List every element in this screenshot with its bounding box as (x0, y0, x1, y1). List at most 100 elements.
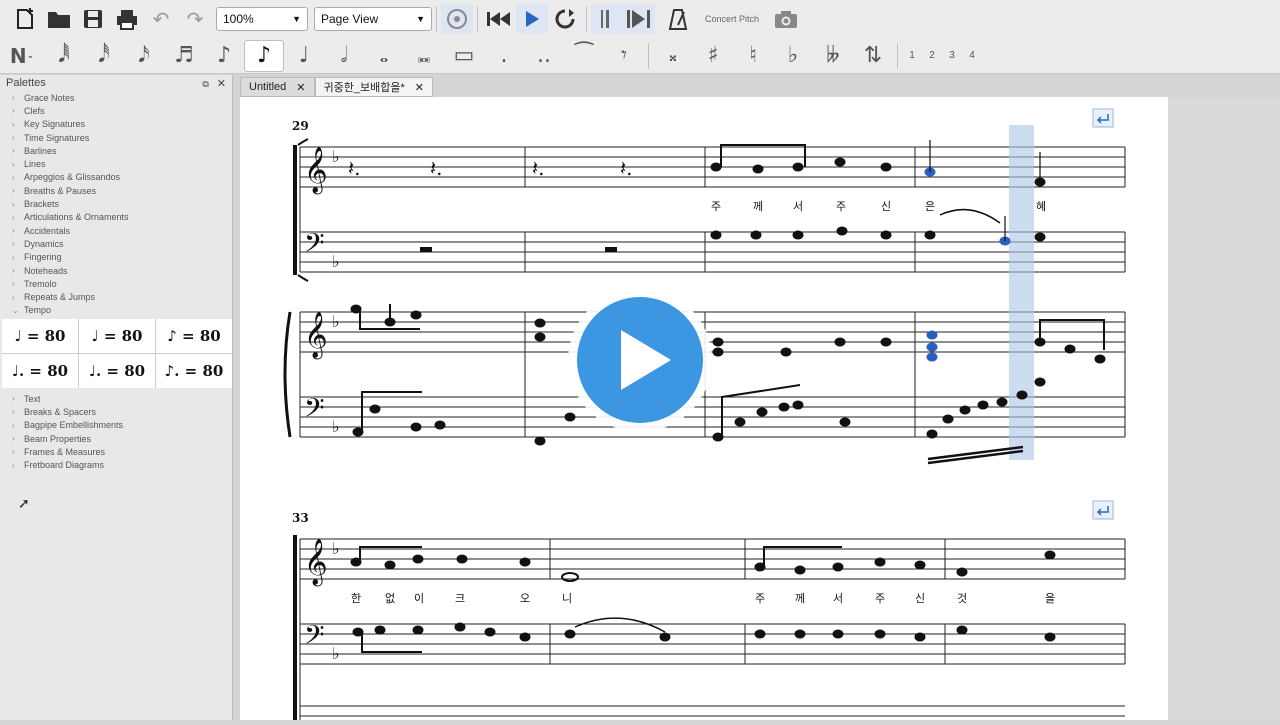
tempo-cell[interactable]: ♪. = 80 (156, 354, 232, 389)
tempo-cell[interactable]: ♩. = 80 (79, 354, 155, 389)
undock-icon[interactable]: ⧉ (202, 79, 208, 89)
palette-item[interactable]: › Bagpipe Embellishments (0, 419, 232, 432)
palette-item-tempo[interactable]: ⌄ Tempo (0, 304, 232, 317)
print-icon[interactable] (110, 4, 144, 34)
palette-item[interactable]: › Time Signatures (0, 131, 232, 144)
double-dot-icon[interactable]: .. (524, 40, 564, 72)
zoom-select[interactable]: 100% ▼ (216, 7, 308, 31)
palette-item[interactable]: › Brackets (0, 197, 232, 210)
double-sharp-icon[interactable]: 𝄪 (653, 40, 693, 72)
rewind-icon[interactable] (482, 4, 516, 34)
voice-1-button[interactable]: 1 (902, 50, 922, 61)
palette-item[interactable]: › Tremolo (0, 277, 232, 290)
palette-item[interactable]: › Beam Properties (0, 432, 232, 445)
loop-out-icon[interactable] (623, 4, 655, 34)
close-icon[interactable]: ✕ (217, 78, 226, 90)
16th-note-icon[interactable]: ♬ (164, 40, 204, 72)
lyric-syllable[interactable]: 서 (833, 592, 843, 605)
sharp-icon[interactable]: ♯ (693, 40, 733, 72)
palette-item[interactable]: › Text (0, 392, 232, 405)
undo-icon[interactable]: ↶ (144, 4, 178, 34)
palette-item[interactable]: › Breaths & Pauses (0, 184, 232, 197)
palette-item[interactable]: › Repeats & Jumps (0, 290, 232, 303)
palette-item[interactable]: › Breaks & Spacers (0, 405, 232, 418)
loop-in-icon[interactable] (591, 4, 623, 34)
palette-item[interactable]: › Fingering (0, 251, 232, 264)
tab-untitled[interactable]: Untitled ✕ (240, 77, 315, 97)
whole-note-icon[interactable]: 𝅝 (364, 40, 404, 72)
video-play-button[interactable] (568, 288, 712, 432)
concert-pitch-toggle[interactable]: Concert Pitch (695, 14, 769, 24)
camera-icon[interactable] (769, 4, 803, 34)
voice-3-button[interactable]: 3 (942, 50, 962, 61)
breve-icon[interactable]: 𝅜 (404, 40, 444, 72)
half-note-icon[interactable]: 𝅗𝅥 (324, 40, 364, 72)
lyric-syllable[interactable]: 주 (875, 592, 885, 605)
lyric-syllable[interactable]: 혜 (1036, 200, 1046, 213)
palette-item[interactable]: › Key Signatures (0, 118, 232, 131)
score-canvas[interactable]: 29 33 𝄞 𝄢 𝄞 𝄢 𝄞 𝄢 ♭ ♭ ♭ ♭ ♭ ♭ 𝄽. 𝄽. 𝄽. 𝄽… (240, 97, 1280, 720)
quarter-note-icon[interactable]: ♩ (284, 40, 324, 72)
lyric-syllable[interactable]: 신 (881, 200, 891, 213)
palette-item[interactable]: › Arpeggios & Glissandos (0, 171, 232, 184)
tab-korean-score[interactable]: 귀중한_보배합을* ✕ (314, 77, 433, 97)
lyric-syllable[interactable]: 신 (915, 592, 925, 605)
close-icon[interactable]: ✕ (296, 81, 305, 94)
longa-icon[interactable]: ▭ (444, 40, 484, 72)
rest-icon[interactable]: 𝄾 (604, 40, 644, 72)
tempo-cell[interactable]: ♩ = 80 (79, 319, 155, 354)
flip-direction-icon[interactable]: ⇅ (853, 40, 893, 72)
augmentation-dot-icon[interactable]: . (484, 40, 524, 72)
flat-icon[interactable]: ♭ (773, 40, 813, 72)
voice-2-button[interactable]: 2 (922, 50, 942, 61)
voice-4-button[interactable]: 4 (962, 50, 982, 61)
eighth-note-icon[interactable]: ♪ (204, 40, 244, 72)
close-icon[interactable]: ✕ (415, 81, 424, 94)
play-icon[interactable] (516, 4, 548, 34)
palette-item[interactable]: › Articulations & Ornaments (0, 211, 232, 224)
lyric-syllable[interactable]: 께 (795, 592, 805, 605)
tie-icon[interactable]: ⁀ (564, 40, 604, 72)
palette-item[interactable]: › Barlines (0, 144, 232, 157)
lyric-syllable[interactable]: 을 (1045, 592, 1055, 605)
lyric-syllable[interactable]: 오 (520, 592, 530, 605)
lyric-syllable[interactable]: 서 (793, 200, 803, 213)
palette-item[interactable]: › Dynamics (0, 237, 232, 250)
palette-item[interactable]: › Fretboard Diagrams (0, 459, 232, 472)
new-file-icon[interactable] (8, 4, 42, 34)
32nd-note-icon[interactable]: 𝅘𝅥𝅰 (84, 40, 124, 72)
palette-item[interactable]: › Accidentals (0, 224, 232, 237)
lyric-syllable[interactable]: 이 (414, 592, 424, 605)
save-icon[interactable] (76, 4, 110, 34)
lyric-syllable[interactable]: 한 (351, 592, 361, 605)
palette-item[interactable]: › Clefs (0, 104, 232, 117)
lyric-syllable[interactable]: 것 (957, 592, 967, 605)
natural-icon[interactable]: ♮ (733, 40, 773, 72)
double-flat-icon[interactable]: 𝄫 (813, 40, 853, 72)
open-folder-icon[interactable] (42, 4, 76, 34)
eighth-note-selected-icon[interactable]: ♪ (244, 39, 284, 72)
palette-item[interactable]: › Frames & Measures (0, 445, 232, 458)
palette-item[interactable]: › Noteheads (0, 264, 232, 277)
lyric-syllable[interactable]: 주 (711, 200, 721, 213)
lyric-syllable[interactable]: 께 (753, 200, 763, 213)
lyric-syllable[interactable]: 없 (385, 592, 395, 605)
tempo-cell[interactable]: ♩. = 80 (2, 354, 78, 389)
loop-icon[interactable] (548, 4, 582, 34)
note-input-mode-icon[interactable]: N ⌄ (0, 40, 44, 72)
16th-note-icon[interactable]: 𝅘𝅥𝅯 (124, 40, 164, 72)
tempo-cell[interactable]: ♩ = 80 (2, 319, 78, 354)
playback-settings-icon[interactable] (441, 4, 473, 34)
lyric-syllable[interactable]: 니 (562, 592, 572, 605)
redo-icon[interactable]: ↷ (178, 4, 212, 34)
palette-item[interactable]: › Lines (0, 157, 232, 170)
lyric-syllable[interactable]: 크 (455, 592, 465, 605)
64th-note-icon[interactable]: 𝅘𝅥𝅱 (44, 40, 84, 72)
view-mode-select[interactable]: Page View ▼ (314, 7, 432, 31)
tempo-cell[interactable]: ♪ = 80 (156, 319, 232, 354)
metronome-icon[interactable] (661, 4, 695, 34)
palette-item[interactable]: › Grace Notes (0, 91, 232, 104)
lyric-syllable[interactable]: 주 (836, 200, 846, 213)
lyric-syllable[interactable]: 은 (925, 200, 935, 213)
lyric-syllable[interactable]: 주 (755, 592, 765, 605)
